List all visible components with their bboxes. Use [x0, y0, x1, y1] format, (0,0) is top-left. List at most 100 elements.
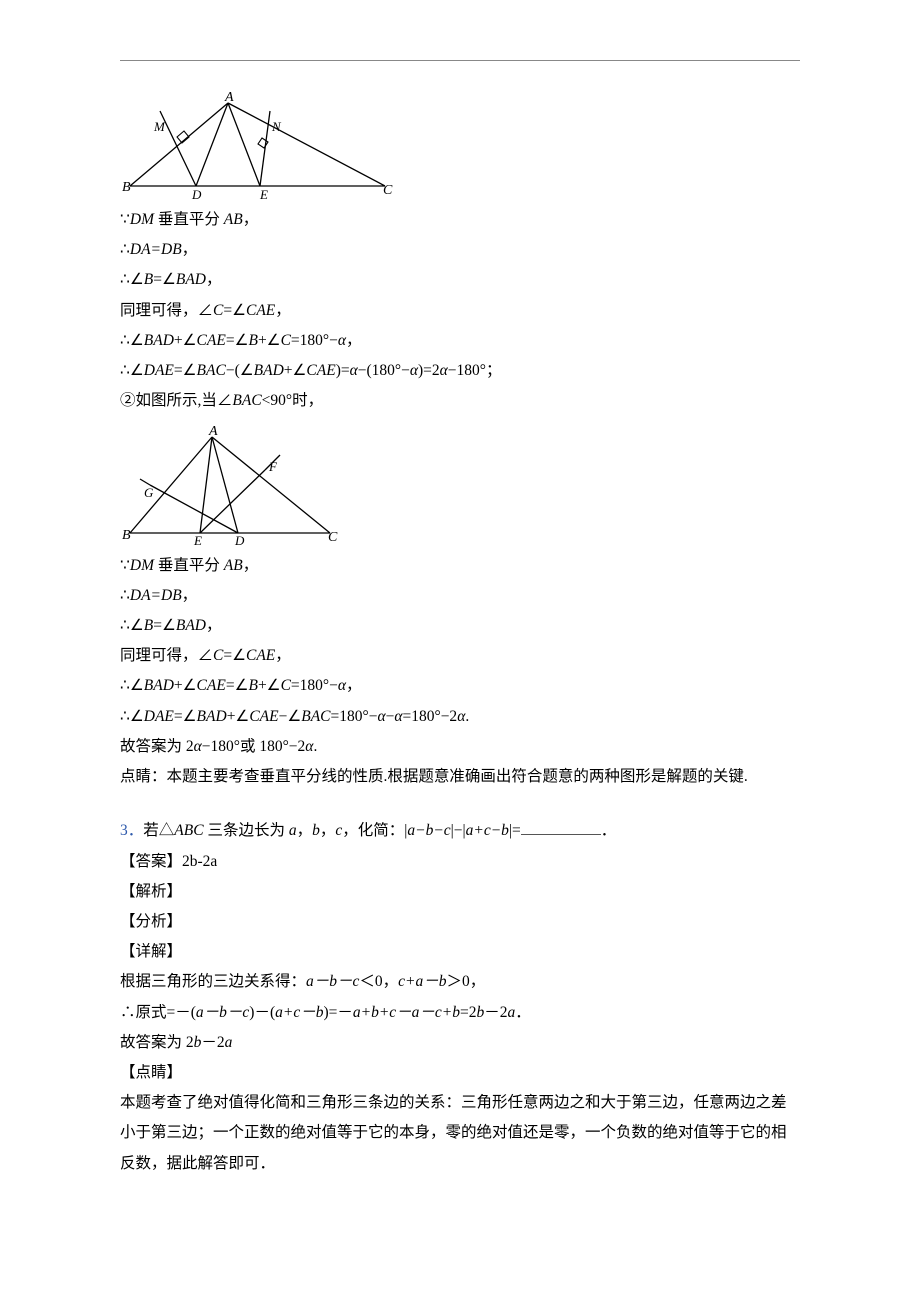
t: AB: [224, 211, 243, 228]
proof1-line2: ∴DA=DB，: [120, 235, 800, 265]
label-C: C: [328, 530, 338, 545]
answer-value: 2b-2a: [182, 853, 217, 870]
q3-fenxi-label: 【分析】: [120, 907, 800, 937]
proof2-line3: ∴∠B=∠BAD，: [120, 611, 800, 641]
t: α: [394, 708, 402, 725]
t: +∠: [258, 677, 281, 694]
t: 故答案为 2: [120, 738, 194, 755]
t: ∴原式=－(: [120, 1004, 196, 1021]
t: B: [144, 271, 153, 288]
t: )=: [336, 362, 350, 379]
content-body: A B C D E M N ∵DM 垂直平分 AB， ∴DA=DB， ∴∠B=∠…: [120, 91, 800, 1179]
t: a+c－b: [275, 1004, 323, 1021]
t: +∠: [174, 677, 197, 694]
t: a−b−c: [407, 822, 450, 839]
t: =∠: [153, 617, 176, 634]
q3-detail-3: 故答案为 2b－2a: [120, 1028, 800, 1058]
t: α: [194, 738, 202, 755]
t: BAD: [254, 362, 284, 379]
t: C: [281, 332, 291, 349]
fill-blank: [521, 820, 601, 836]
t: ，: [275, 647, 291, 664]
t: BAC: [197, 362, 226, 379]
t: －2: [201, 1034, 224, 1051]
t: =∠: [223, 647, 246, 664]
diagram-1: A B C D E M N: [120, 91, 800, 199]
t: DA=DB: [130, 587, 182, 604]
t: a: [225, 1034, 233, 1051]
q3-dianjing-label: 【点睛】: [120, 1058, 800, 1088]
proof1-line3: ∴∠B=∠BAD，: [120, 265, 800, 295]
q3-detail-2: ∴原式=－(a－b－c)－(a+c－b)=－a+b+c－a－c+b=2b－2a．: [120, 998, 800, 1028]
proof2-line2: ∴DA=DB，: [120, 581, 800, 611]
t: −(∠: [226, 362, 254, 379]
label-B: B: [122, 180, 131, 195]
t: ∵: [120, 211, 130, 228]
t: ，: [243, 211, 259, 228]
t: C: [213, 302, 223, 319]
t: α: [410, 362, 418, 379]
t: ，: [206, 271, 222, 288]
t: DM: [130, 557, 154, 574]
t: C: [213, 647, 223, 664]
t: −∠: [279, 708, 302, 725]
t: C: [281, 677, 291, 694]
diagram-2: A B C D E F G: [120, 425, 800, 545]
t: B: [144, 617, 153, 634]
t: 根据三角形的三边关系得：: [120, 973, 306, 990]
t: ∴∠: [120, 617, 144, 634]
proof2-line1: ∵DM 垂直平分 AB，: [120, 551, 800, 581]
t: ，: [243, 557, 259, 574]
t: α: [338, 677, 346, 694]
t: a+b+c－a－c+b: [353, 1004, 460, 1021]
t: ∴: [120, 241, 130, 258]
t: 若△: [143, 822, 174, 839]
proof2-line5: ∴∠BAD+∠CAE=∠B+∠C=180°−α，: [120, 671, 800, 701]
answer-label: 【答案】: [120, 853, 182, 870]
t: α: [377, 708, 385, 725]
label-G: G: [144, 485, 154, 500]
q3-analysis-label: 【解析】: [120, 877, 800, 907]
t: a－b－c: [196, 1004, 249, 1021]
t: BAD: [144, 332, 174, 349]
t: α: [338, 332, 346, 349]
t: =180°−: [291, 677, 338, 694]
t: α: [440, 362, 448, 379]
t: a+c−b: [466, 822, 509, 839]
t: |−|: [451, 822, 466, 839]
t: +∠: [227, 708, 250, 725]
t: =∠: [226, 332, 249, 349]
t: DAE: [144, 362, 174, 379]
t: =∠: [174, 708, 197, 725]
t: ，: [346, 332, 362, 349]
t: 点睛：本题主要考查垂直平分线的性质.根据题意准确画出符合题意的两种图形是解题的关…: [120, 768, 748, 785]
proof2-line4: 同理可得，∠C=∠CAE，: [120, 641, 800, 671]
t: BAC: [301, 708, 330, 725]
t: DM: [130, 211, 154, 228]
proof1-line1: ∵DM 垂直平分 AB，: [120, 205, 800, 235]
t: =∠: [174, 362, 197, 379]
label-E: E: [193, 533, 202, 545]
label-C: C: [383, 183, 393, 198]
t: a: [289, 822, 297, 839]
t: ．: [515, 1004, 531, 1021]
t: <90°时，: [262, 392, 323, 409]
t: ABC: [174, 822, 203, 839]
q3-detail-1: 根据三角形的三边关系得：a－b－c＜0，c+a－b＞0，: [120, 967, 800, 997]
t: .: [465, 708, 469, 725]
t: ∴∠: [120, 362, 144, 379]
t: DAE: [144, 708, 174, 725]
t: =∠: [153, 271, 176, 288]
t: BAC: [232, 392, 261, 409]
t: =180°−: [331, 708, 378, 725]
label-E: E: [259, 187, 268, 199]
page-divider: [120, 60, 800, 61]
t: a－b－c: [306, 973, 359, 990]
proof2-comment: 点睛：本题主要考查垂直平分线的性质.根据题意准确画出符合题意的两种图形是解题的关…: [120, 762, 800, 792]
q3-dianjing-text: 本题考查了绝对值得化简和三角形三条边的关系：三角形任意两边之和大于第三边，任意两…: [120, 1088, 800, 1179]
q3-stem: 3．若△ABC 三条边长为 a，b，c，化简：|a−b−c|−|a+c−b|=．: [120, 816, 800, 846]
t: α: [350, 362, 358, 379]
t: CAE: [197, 677, 226, 694]
t: )=2: [418, 362, 440, 379]
t: |=: [509, 822, 521, 839]
